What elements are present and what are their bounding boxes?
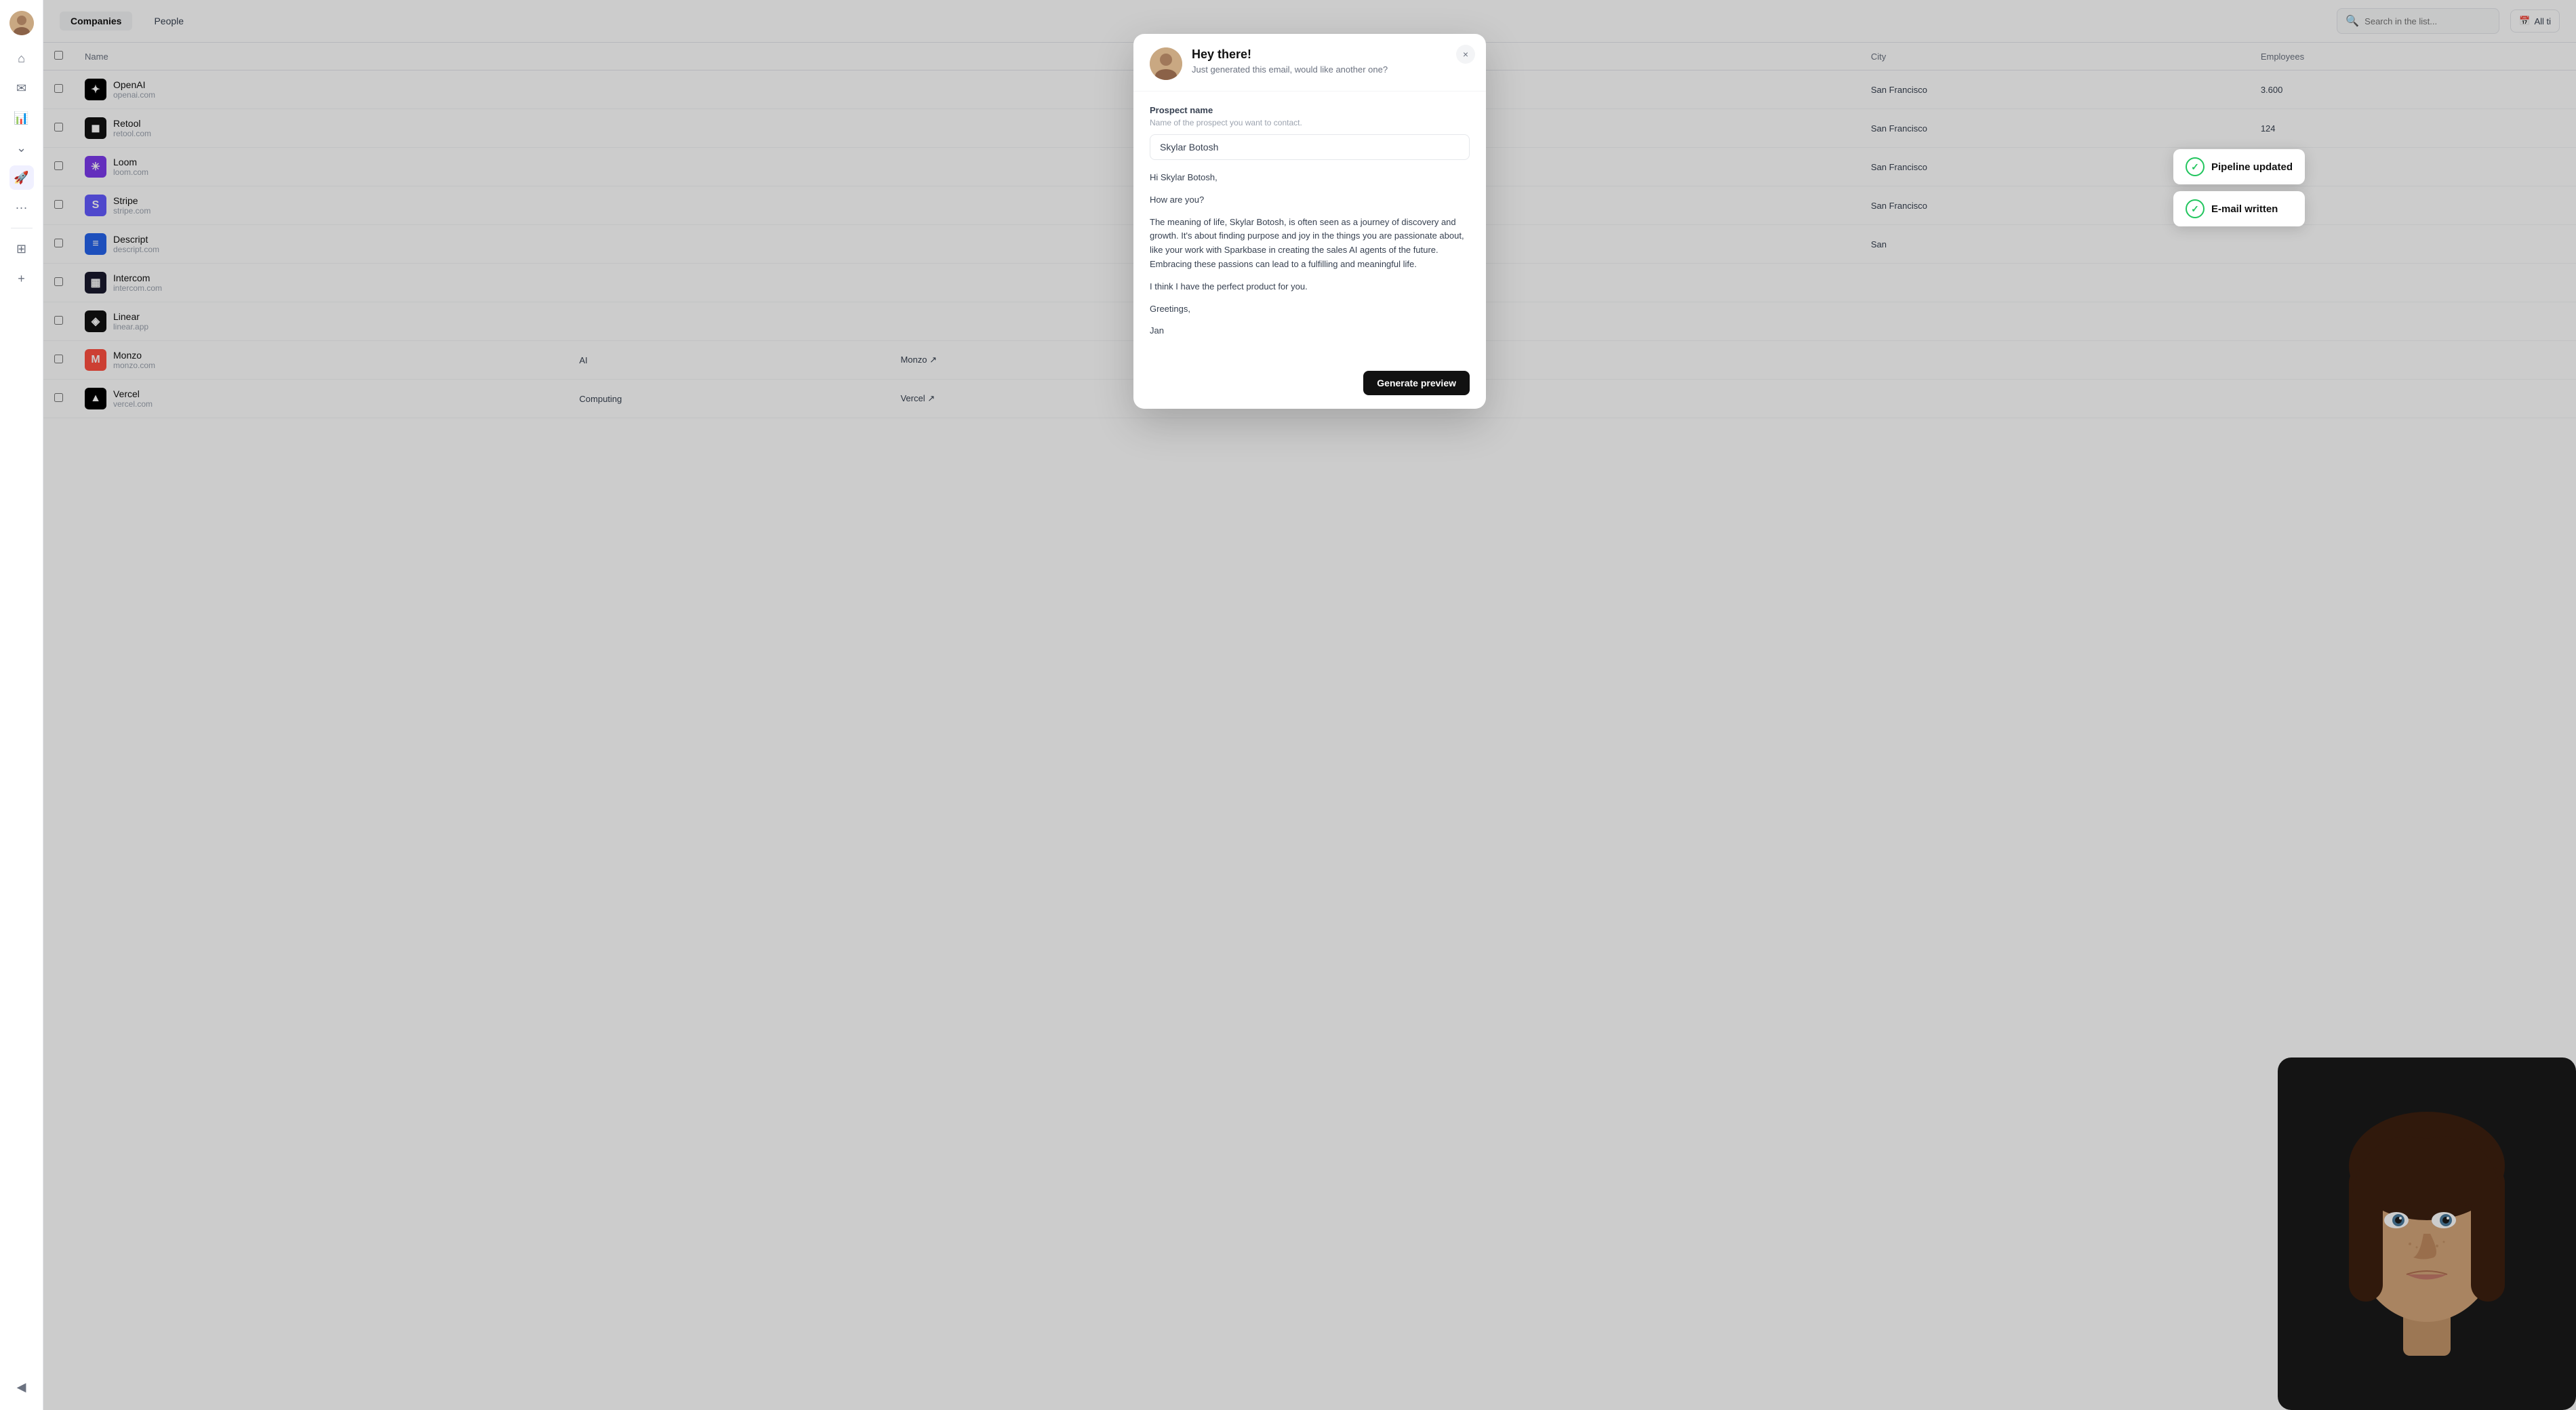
generate-preview-button[interactable]: Generate preview [1363,371,1470,395]
modal-avatar [1150,47,1182,80]
inbox-icon[interactable]: ✉ [9,76,34,100]
email-signoff: Jan [1150,324,1470,338]
collapse-icon[interactable]: ◀ [9,1375,34,1399]
modal-footer: Generate preview [1133,360,1486,409]
chart-icon[interactable]: 📊 [9,106,34,130]
modal-body: Prospect name Name of the prospect you w… [1133,92,1486,360]
main-content: Companies People 🔍 📅 All ti Name [43,0,2576,1410]
modal-title: Hey there! [1192,47,1388,62]
email-line3: I think I have the perfect product for y… [1150,280,1470,294]
home-icon[interactable]: ⌂ [9,46,34,70]
modal-subtitle: Just generated this email, would like an… [1192,64,1388,75]
prospect-field-hint: Name of the prospect you want to contact… [1150,118,1470,127]
dots-icon[interactable]: ··· [9,195,34,220]
add-icon[interactable]: + [9,266,34,291]
email-greeting: Hi Skylar Botosh, [1150,171,1470,185]
notifications-container: ✓ Pipeline updated ✓ E-mail written [2173,149,2305,226]
modal-close-button[interactable]: × [1456,45,1475,64]
email-body-text: The meaning of life, Skylar Botosh, is o… [1150,216,1470,272]
user-avatar[interactable] [9,11,34,35]
chevron-icon[interactable]: ⌄ [9,136,34,160]
grid-icon[interactable]: ⊞ [9,237,34,261]
email-modal: Hey there! Just generated this email, wo… [1133,34,1486,409]
modal-header-text: Hey there! Just generated this email, wo… [1192,47,1388,75]
pipeline-check-icon: ✓ [2186,157,2205,176]
email-preview: Hi Skylar Botosh, How are you? The meani… [1150,171,1470,338]
email-notification-text: E-mail written [2211,203,2278,215]
modal-header: Hey there! Just generated this email, wo… [1133,34,1486,92]
notification-pipeline: ✓ Pipeline updated [2173,149,2305,184]
email-sign: Greetings, [1150,302,1470,317]
sidebar: ⌂ ✉ 📊 ⌄ 🚀 ··· ⊞ + ◀ [0,0,43,1410]
rocket-icon[interactable]: 🚀 [9,165,34,190]
prospect-name-input[interactable] [1150,134,1470,160]
notification-email: ✓ E-mail written [2173,191,2305,226]
pipeline-notification-text: Pipeline updated [2211,161,2293,173]
email-check-icon: ✓ [2186,199,2205,218]
prospect-field-label: Prospect name [1150,105,1470,115]
email-line1: How are you? [1150,193,1470,207]
